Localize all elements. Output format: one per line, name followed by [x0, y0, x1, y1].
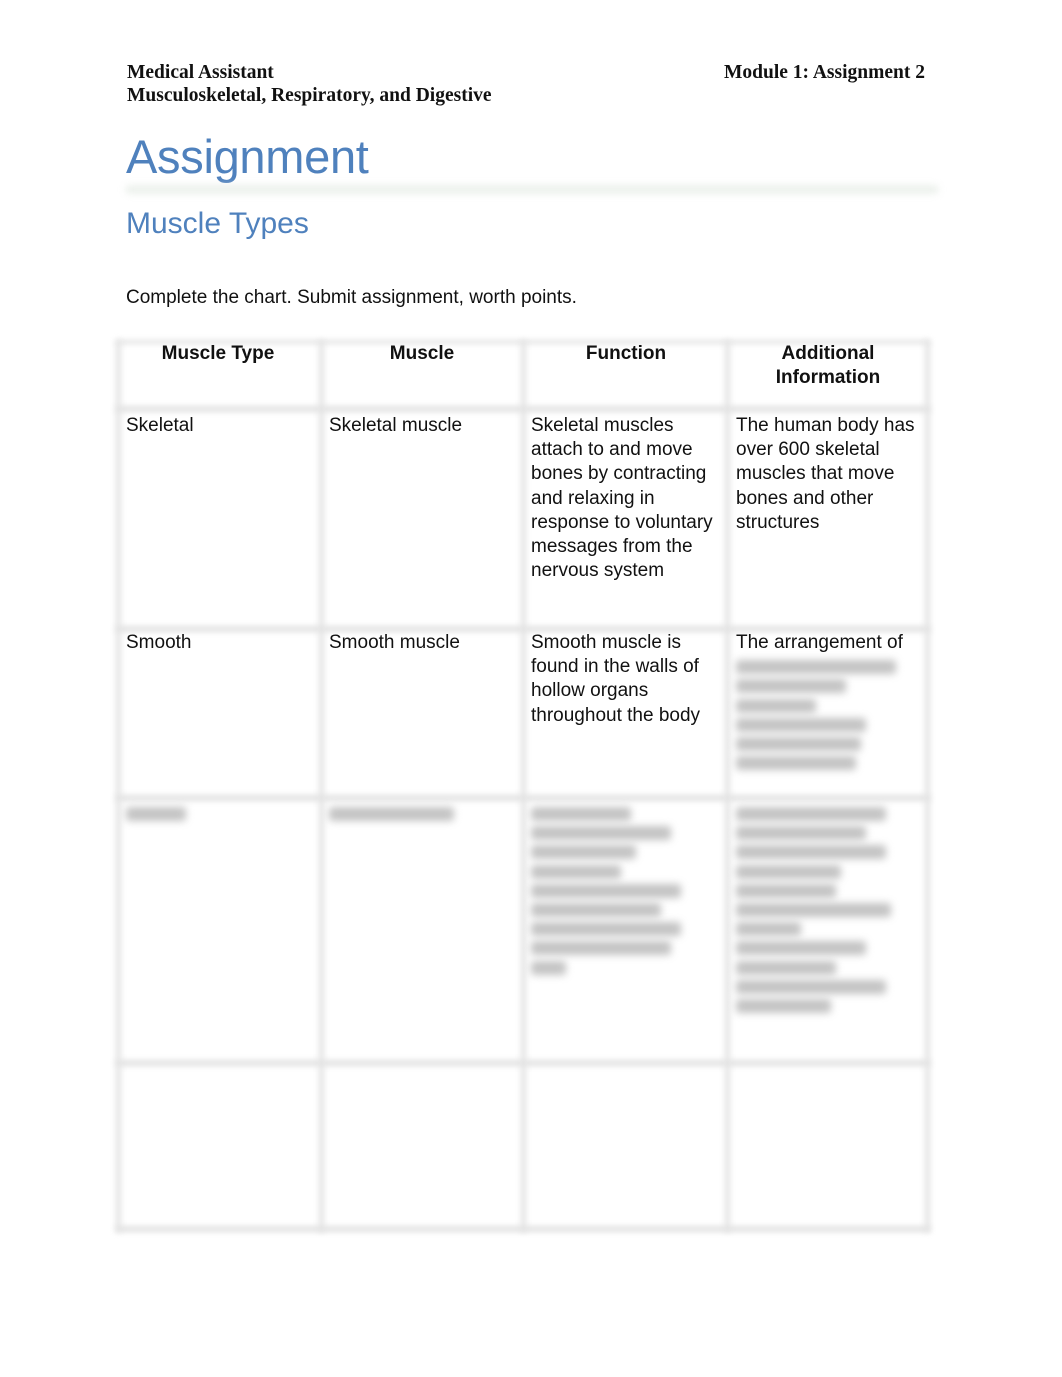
- obscured-text: [736, 756, 856, 771]
- cell-additional-info-empty: [736, 1072, 926, 1212]
- obscured-text: [736, 717, 866, 732]
- obscured-text: [736, 698, 816, 713]
- obscured-text: [736, 941, 866, 956]
- obscured-text: [531, 902, 661, 917]
- cell-muscle-type-empty: [126, 1072, 316, 1212]
- cell-muscle-type: Smooth: [126, 632, 192, 653]
- column-header-additional-information: Additional Information: [775, 343, 881, 389]
- muscle-types-table: Muscle Type Muscle Function Additional I…: [116, 340, 930, 1233]
- table-border-left: [116, 340, 121, 1232]
- obscured-text: [736, 979, 886, 994]
- obscured-text: [736, 864, 841, 879]
- document-header-left: Medical Assistant Musculoskeletal, Respi…: [127, 61, 492, 107]
- column-header-muscle: Muscle: [389, 343, 455, 364]
- module-label: Module 1: Assignment 2: [724, 62, 925, 83]
- obscured-text: [736, 679, 846, 694]
- obscured-text: [531, 960, 566, 975]
- title-divider: [126, 186, 938, 193]
- cell-muscle-type: Skeletal: [126, 415, 194, 436]
- cell-muscle-obscured: [329, 802, 519, 826]
- obscured-text: [736, 902, 891, 917]
- obscured-text: [329, 807, 454, 821]
- cell-additional-info: The arrangement of: [736, 631, 926, 775]
- cell-additional-info: The human body has over 600 skeletal mus…: [736, 415, 915, 533]
- cell-muscle-type-obscured: [126, 802, 316, 826]
- obscured-text: [736, 922, 801, 937]
- cell-additional-info-visible-text: The arrangement of: [736, 632, 903, 653]
- obscured-text: [531, 826, 671, 841]
- section-heading: Muscle Types: [126, 207, 309, 240]
- page-title: Assignment: [126, 130, 369, 183]
- obscured-text: [531, 883, 681, 898]
- obscured-text: [736, 883, 836, 898]
- cell-function-empty: [531, 1072, 721, 1212]
- obscured-text: [736, 736, 861, 751]
- obscured-text: [736, 660, 896, 675]
- table-col-divider: [319, 340, 324, 1232]
- obscured-text: [736, 826, 866, 841]
- instruction-text: Complete the chart. Submit assignment, w…: [126, 287, 577, 308]
- obscured-text: [736, 807, 886, 821]
- course-name: Medical Assistant: [127, 62, 274, 83]
- column-header-muscle-type: Muscle Type: [161, 343, 275, 364]
- obscured-text: [531, 864, 621, 879]
- cell-muscle: Smooth muscle: [329, 632, 460, 653]
- obscured-text: [531, 922, 681, 937]
- table-col-divider: [725, 340, 730, 1232]
- cell-muscle-empty: [329, 1072, 519, 1212]
- unit-name: Musculoskeletal, Respiratory, and Digest…: [127, 85, 492, 106]
- obscured-text: [736, 998, 831, 1013]
- obscured-text: [126, 807, 186, 821]
- table-col-divider: [521, 340, 526, 1232]
- obscured-text: [736, 845, 886, 860]
- obscured-text: [736, 960, 836, 975]
- obscured-text: [531, 941, 671, 956]
- cell-muscle: Skeletal muscle: [329, 415, 463, 436]
- cell-function-obscured: [531, 802, 721, 980]
- obscured-text: [531, 845, 636, 860]
- cell-function: Smooth muscle is found in the walls of h…: [531, 632, 701, 726]
- cell-additional-info-obscured: [736, 802, 926, 1018]
- cell-function: Skeletal muscles attach to and move bone…: [531, 415, 713, 582]
- obscured-text: [531, 807, 631, 821]
- column-header-function: Function: [585, 343, 667, 364]
